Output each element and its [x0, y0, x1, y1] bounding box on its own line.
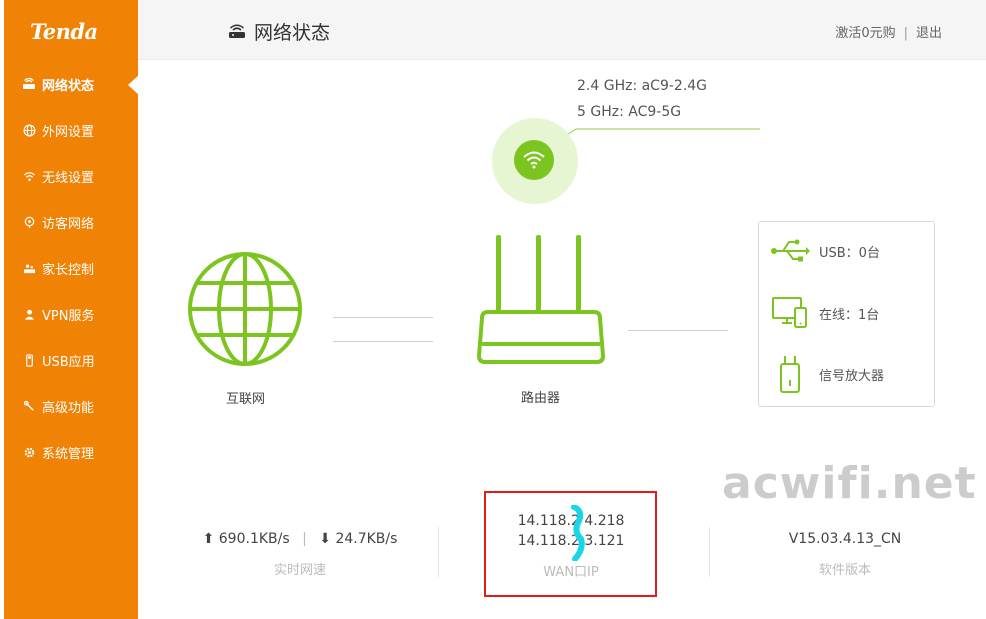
firmware-version: V15.03.4.13_CN	[788, 531, 902, 547]
stat-divider-2	[709, 527, 710, 577]
sidebar-item-label: 无线设置	[42, 170, 95, 186]
highlight-box	[484, 491, 657, 597]
download-speed: 24.7KB/s	[335, 531, 398, 547]
internet-globe-icon	[188, 252, 302, 366]
sidebar-item-system-management[interactable]: 系统管理	[4, 437, 138, 467]
wifi-status-button[interactable]	[492, 118, 578, 204]
sidebar-item-label: 访客网络	[42, 216, 95, 232]
sidebar-item-label: USB应用	[42, 354, 95, 370]
router-diagram-icon	[476, 235, 606, 364]
wifi-icon	[22, 169, 36, 183]
parental-icon	[22, 261, 36, 275]
upload-speed: 690.1KB/s	[218, 531, 290, 547]
globe-icon	[22, 123, 36, 137]
internet-link-line-2	[333, 341, 433, 342]
active-indicator	[128, 75, 139, 95]
guest-icon	[22, 215, 36, 229]
extender-icon	[769, 354, 811, 394]
usb-device-row[interactable]: USB：0台	[769, 238, 880, 264]
download-arrow-icon: ⬇	[319, 531, 331, 547]
wifi-icon	[514, 140, 554, 180]
extender-device-row[interactable]: 信号放大器	[769, 354, 884, 394]
header-separator: |	[903, 26, 908, 41]
version-caption: 软件版本	[818, 563, 871, 578]
logout-link[interactable]: 退出	[916, 26, 942, 41]
usb-count-label: USB：0台	[819, 245, 880, 261]
wrench-icon	[22, 399, 36, 413]
speed-values: ⬆ 690.1KB/s | ⬇ 24.7KB/s	[170, 531, 430, 547]
watermark: acwifi.net	[722, 458, 977, 509]
ssid-2g: 2.4 GHz: aC9-2.4G	[577, 78, 708, 94]
sidebar-item-wan-settings[interactable]: 外网设置	[4, 115, 138, 145]
usb-icon	[22, 353, 36, 367]
online-device-row[interactable]: 在线：1台	[769, 296, 879, 330]
sidebar-item-network-status[interactable]: 网络状态	[4, 69, 138, 99]
router-icon	[228, 24, 246, 40]
sidebar-item-wireless-settings[interactable]: 无线设置	[4, 161, 138, 191]
promo-link[interactable]: 激活0元购	[835, 26, 895, 41]
ssid-connector-line	[550, 128, 760, 147]
sidebar-item-label: 家长控制	[42, 262, 95, 278]
ssid-5g: 5 GHz: AC9-5G	[577, 104, 682, 120]
sidebar-item-label: 外网设置	[42, 124, 95, 140]
header-links: 激活0元购 | 退出	[835, 22, 942, 41]
header: 网络状态 激活0元购 | 退出	[138, 0, 986, 60]
router-label: 路由器	[521, 391, 561, 406]
sidebar-item-parental-control[interactable]: 家长控制	[4, 253, 138, 283]
speed-separator: |	[302, 531, 307, 547]
devices-icon	[769, 296, 811, 330]
sidebar-item-guest-network[interactable]: 访客网络	[4, 207, 138, 237]
page-title: 网络状态	[228, 18, 330, 45]
router-icon	[22, 77, 36, 91]
vpn-icon	[22, 307, 36, 321]
sidebar-item-advanced[interactable]: 高级功能	[4, 391, 138, 421]
firmware-version-stat: V15.03.4.13_CN 软件版本	[760, 531, 930, 578]
sidebar: Tenda 网络状态 外网设置 无线设置 访客网络 家长控制 VPN服务 USB…	[4, 0, 138, 619]
sidebar-item-label: 网络状态	[42, 78, 95, 94]
page-title-text: 网络状态	[254, 22, 331, 44]
sidebar-item-label: 高级功能	[42, 400, 95, 416]
speed-caption: 实时网速	[273, 563, 326, 578]
internet-link-line-1	[333, 317, 433, 318]
sidebar-item-vpn-service[interactable]: VPN服务	[4, 299, 138, 329]
tenda-logo: Tenda	[30, 19, 98, 44]
internet-label: 互联网	[226, 392, 266, 407]
online-count-label: 在线：1台	[819, 307, 880, 323]
sidebar-item-label: 系统管理	[42, 446, 95, 462]
stat-divider-1	[438, 527, 439, 577]
sidebar-item-usb-apps[interactable]: USB应用	[4, 345, 138, 375]
devices-panel: USB：0台 在线：1台 信号放大器	[758, 221, 935, 407]
sidebar-item-label: VPN服务	[42, 308, 95, 324]
upload-arrow-icon: ⬆	[202, 531, 215, 547]
gear-icon	[22, 445, 36, 459]
realtime-speed-stat: ⬆ 690.1KB/s | ⬇ 24.7KB/s 实时网速	[170, 531, 430, 578]
usb-icon	[769, 238, 811, 264]
device-link-line	[628, 330, 728, 331]
extender-label: 信号放大器	[819, 368, 885, 384]
